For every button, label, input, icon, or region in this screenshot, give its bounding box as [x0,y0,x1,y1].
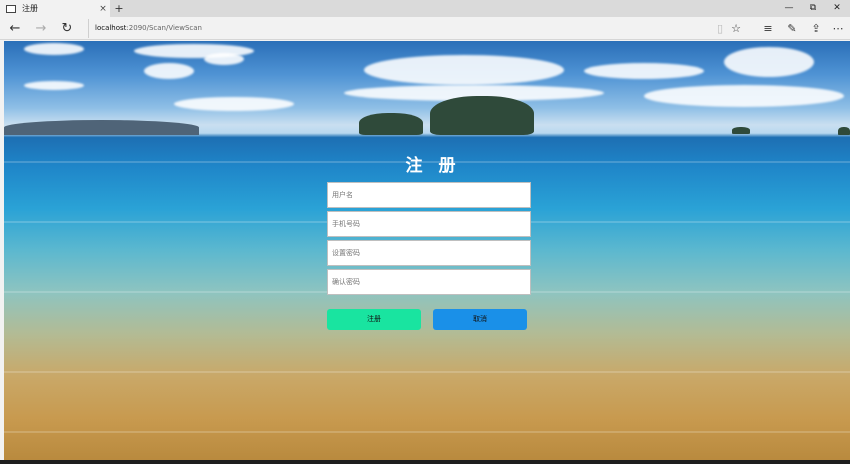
address-bar[interactable]: localhost:2090/Scan/ViewScan [88,19,708,38]
page-viewport: 注 册 注册 取消 [4,41,850,460]
maximize-icon[interactable]: ⧉ [802,0,824,17]
tab-active[interactable]: 注册 × [0,0,110,17]
username-input[interactable] [327,182,531,208]
phone-input[interactable] [327,211,531,237]
taskbar-edge [0,460,850,464]
cloud-shape [24,81,84,90]
new-tab-button[interactable]: + [112,0,126,17]
cloud-shape [204,53,244,65]
cloud-shape [24,43,84,55]
refresh-icon[interactable]: ↻ [56,19,78,38]
page-icon [6,4,16,13]
island-shape [359,113,423,135]
cloud-shape [644,85,844,107]
wave-line [4,371,850,373]
navigation-bar: ← → ↻ localhost:2090/Scan/ViewScan ▯ ☆ ≡… [0,17,850,40]
cancel-button[interactable]: 取消 [433,309,527,330]
island-shape [430,96,534,135]
island-shape [732,127,750,134]
island-shape [838,127,850,135]
favorite-star-icon[interactable]: ☆ [726,19,746,38]
more-icon[interactable]: ⋯ [828,19,848,38]
hub-icon[interactable]: ≡ [758,19,778,38]
tab-title: 注册 [22,4,38,13]
tab-strip: 注册 × + — ⧉ ✕ [0,0,850,17]
web-note-icon[interactable]: ✎ [782,19,802,38]
cloud-shape [144,63,194,79]
cloud-shape [584,63,704,79]
minimize-icon[interactable]: — [778,0,800,17]
browser-window: 注册 × + — ⧉ ✕ ← → ↻ localhost:2090/Scan/V… [0,0,850,464]
distant-mountains [4,120,199,135]
close-tab-icon[interactable]: × [96,4,110,14]
confirm-password-input[interactable] [327,269,531,295]
close-window-icon[interactable]: ✕ [826,0,848,17]
register-button[interactable]: 注册 [327,309,421,330]
forward-icon[interactable]: → [30,19,52,38]
page-title: 注 册 [405,156,461,176]
back-icon[interactable]: ← [4,19,26,38]
url-host: localhost [95,24,127,32]
wave-line [4,431,850,433]
cloud-shape [174,97,294,111]
url-path: :2090/Scan/ViewScan [126,24,202,32]
password-input[interactable] [327,240,531,266]
share-icon[interactable]: ⇪ [806,19,826,38]
cloud-shape [364,55,564,85]
cloud-shape [724,47,814,77]
